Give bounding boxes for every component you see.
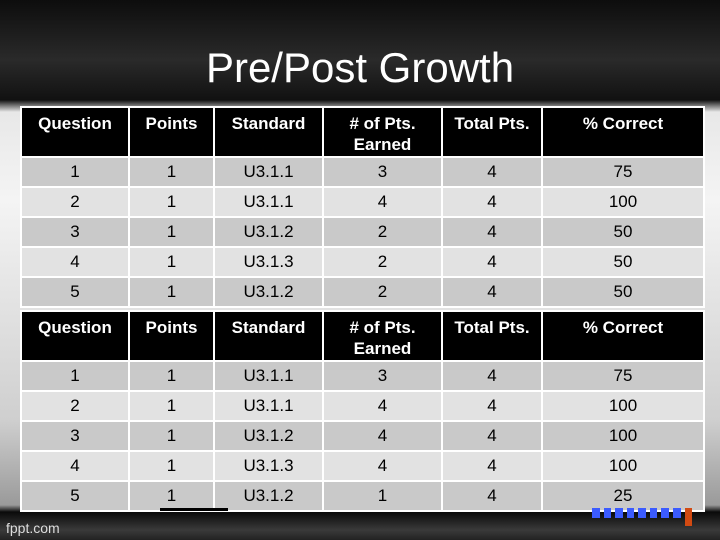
table-row: 1 1 U3.1.1 3 4 75 xyxy=(20,156,705,188)
table-cell: U3.1.2 xyxy=(213,216,324,248)
table-cell: 5 xyxy=(20,276,130,308)
table-cell: 4 xyxy=(322,420,443,452)
table-cell: 1 xyxy=(128,186,215,218)
table-cell: 1 xyxy=(128,246,215,278)
column-header: Standard xyxy=(213,310,324,362)
footer-line xyxy=(160,508,228,511)
table-cell: 4 xyxy=(441,216,543,248)
table-cell: U3.1.3 xyxy=(213,246,324,278)
table-cell: 4 xyxy=(441,276,543,308)
column-header: Question xyxy=(20,310,130,362)
table-row: 3 1 U3.1.2 2 4 50 xyxy=(20,216,705,248)
table-row: 4 1 U3.1.3 2 4 50 xyxy=(20,246,705,278)
column-header: # of Pts. Earned xyxy=(322,106,443,158)
table-cell: U3.1.1 xyxy=(213,186,324,218)
table-cell: 3 xyxy=(20,420,130,452)
column-header: Total Pts. xyxy=(441,106,543,158)
pre-table: Question Points Standard # of Pts. Earned To… xyxy=(20,106,705,308)
table-cell: 50 xyxy=(541,276,705,308)
table-cell: 4 xyxy=(441,390,543,422)
table-cell: 100 xyxy=(541,186,705,218)
table-cell: U3.1.2 xyxy=(213,480,324,512)
table-cell: 100 xyxy=(541,450,705,482)
column-header: % Correct xyxy=(541,310,705,362)
table-cell: 4 xyxy=(441,186,543,218)
table-cell: 1 xyxy=(128,450,215,482)
table-row: 5 1 U3.1.2 2 4 50 xyxy=(20,276,705,308)
table-cell: 2 xyxy=(20,186,130,218)
table-cell: 1 xyxy=(128,480,215,512)
table-row: 5 1 U3.1.2 1 4 25 xyxy=(20,480,705,512)
brand-text: fppt.com xyxy=(6,520,60,536)
table-cell: 1 xyxy=(128,276,215,308)
column-header: Question xyxy=(20,106,130,158)
table-cell: 4 xyxy=(441,450,543,482)
table-cell: U3.1.2 xyxy=(213,276,324,308)
table-cell: 4 xyxy=(20,246,130,278)
table-cell: 1 xyxy=(128,360,215,392)
column-header: Total Pts. xyxy=(441,310,543,362)
table-row: 4 1 U3.1.3 4 4 100 xyxy=(20,450,705,482)
table-cell: 4 xyxy=(322,390,443,422)
table-cell: 2 xyxy=(322,276,443,308)
table-row: 3 1 U3.1.2 4 4 100 xyxy=(20,420,705,452)
table-cell: 3 xyxy=(322,156,443,188)
table-cell: U3.1.3 xyxy=(213,450,324,482)
table-cell: 4 xyxy=(322,450,443,482)
table-cell: 3 xyxy=(322,360,443,392)
column-header: % Correct xyxy=(541,106,705,158)
table-cell: 4 xyxy=(322,186,443,218)
table-cell: 2 xyxy=(322,246,443,278)
post-table: Question Points Standard # of Pts. Earned To… xyxy=(20,310,705,512)
table-cell: 4 xyxy=(441,480,543,512)
table-cell: 2 xyxy=(20,390,130,422)
table-cell: 100 xyxy=(541,420,705,452)
table-cell: 1 xyxy=(128,420,215,452)
table-cell: U3.1.1 xyxy=(213,390,324,422)
table-cell: 1 xyxy=(20,156,130,188)
table-cell: 50 xyxy=(541,246,705,278)
table-row: 1 1 U3.1.1 3 4 75 xyxy=(20,360,705,392)
table-cell: 4 xyxy=(441,360,543,392)
table-cell: 1 xyxy=(20,360,130,392)
column-header: # of Pts. Earned xyxy=(322,310,443,362)
table-row: 2 1 U3.1.1 4 4 100 xyxy=(20,186,705,218)
header-row: Question Points Standard # of Pts. Earned To… xyxy=(20,310,705,362)
table-cell: 4 xyxy=(20,450,130,482)
table-cell: 1 xyxy=(128,390,215,422)
table-cell: 75 xyxy=(541,156,705,188)
table-row: 2 1 U3.1.1 4 4 100 xyxy=(20,390,705,422)
table-cell: U3.1.1 xyxy=(213,360,324,392)
table-cell: 1 xyxy=(128,216,215,248)
table-cell: U3.1.1 xyxy=(213,156,324,188)
column-header: Standard xyxy=(213,106,324,158)
table-cell: 1 xyxy=(322,480,443,512)
table-cell: U3.1.2 xyxy=(213,420,324,452)
table-cell: 25 xyxy=(541,480,705,512)
column-header: Points xyxy=(128,106,215,158)
bar-logo-icon xyxy=(592,508,693,526)
table-cell: 4 xyxy=(441,420,543,452)
table-cell: 100 xyxy=(541,390,705,422)
table-cell: 4 xyxy=(441,156,543,188)
table-cell: 75 xyxy=(541,360,705,392)
column-header: Points xyxy=(128,310,215,362)
header-row: Question Points Standard # of Pts. Earned To… xyxy=(20,106,705,158)
table-cell: 3 xyxy=(20,216,130,248)
table-cell: 50 xyxy=(541,216,705,248)
table-cell: 1 xyxy=(128,156,215,188)
table-cell: 4 xyxy=(441,246,543,278)
table-cell: 2 xyxy=(322,216,443,248)
slide-title: Pre/Post Growth xyxy=(205,44,515,91)
table-cell: 5 xyxy=(20,480,130,512)
